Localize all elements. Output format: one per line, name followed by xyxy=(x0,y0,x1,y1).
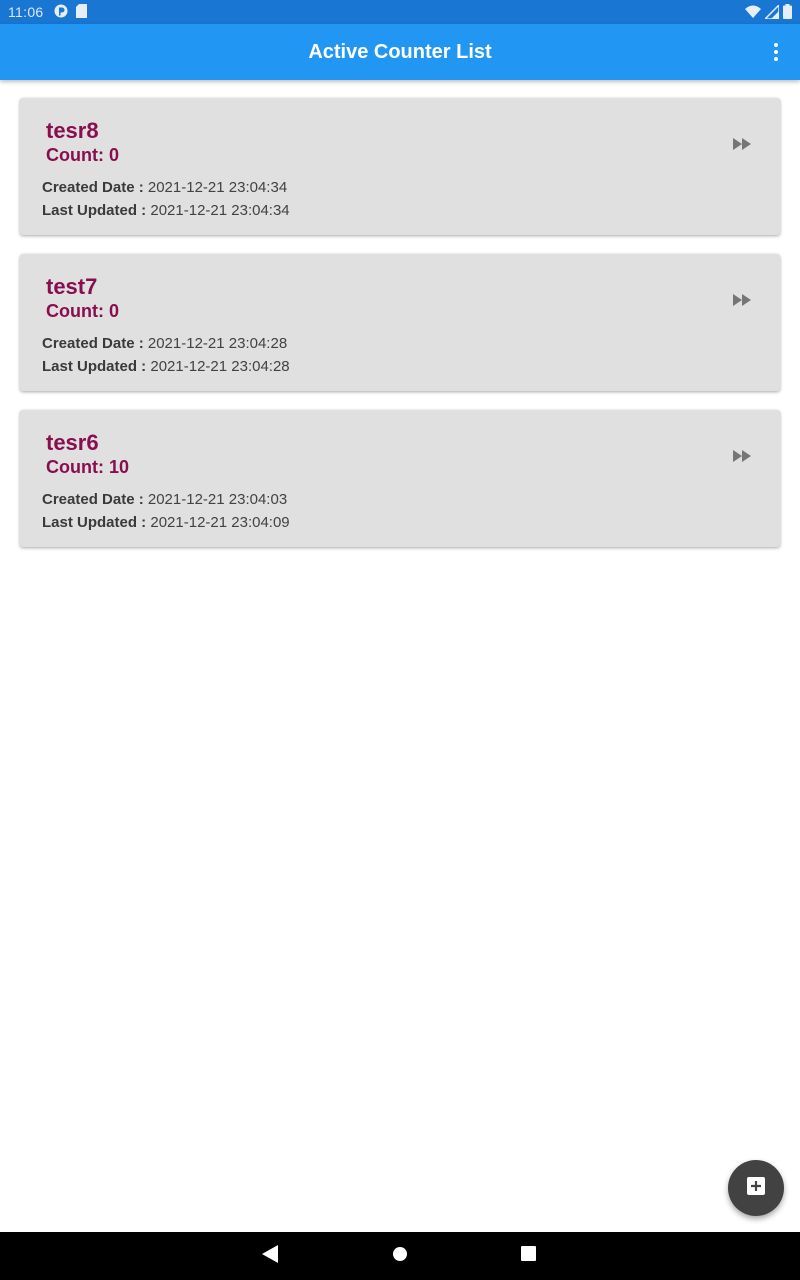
signal-icon xyxy=(763,2,780,22)
counter-count: Count: 0 xyxy=(46,145,119,165)
app-bar: Active Counter List xyxy=(0,24,800,80)
created-date-label: Created Date : xyxy=(42,179,144,196)
created-date-row: Created Date : 2021-12-21 23:04:34 xyxy=(42,179,287,196)
status-notification-icons xyxy=(54,4,87,21)
battery-icon xyxy=(783,4,792,22)
counter-card[interactable]: tesr6 Count: 10 Created Date : 2021-12-2… xyxy=(20,410,780,547)
last-updated-label: Last Updated : xyxy=(42,358,147,375)
recents-icon xyxy=(520,1246,536,1266)
podcast-icon xyxy=(54,4,68,21)
add-box-icon xyxy=(747,1176,765,1200)
created-date-value: 2021-12-21 23:04:28 xyxy=(147,335,288,352)
back-button[interactable] xyxy=(258,1244,282,1268)
created-date-label: Created Date : xyxy=(42,491,144,508)
created-date-value: 2021-12-21 23:04:03 xyxy=(147,491,288,508)
last-updated-label: Last Updated : xyxy=(42,202,147,219)
page-title: Active Counter List xyxy=(308,41,492,63)
system-navigation-bar xyxy=(0,1232,800,1280)
counter-name: test7 xyxy=(46,274,98,299)
counter-card[interactable]: test7 Count: 0 Created Date : 2021-12-21… xyxy=(20,254,780,391)
status-bar: 11:06 xyxy=(0,0,800,24)
status-time: 11:06 xyxy=(8,4,44,20)
last-updated-label: Last Updated : xyxy=(42,514,147,531)
counter-card[interactable]: tesr8 Count: 0 Created Date : 2021-12-21… xyxy=(20,98,780,235)
sd-card-icon xyxy=(76,4,87,21)
counter-list: tesr8 Count: 0 Created Date : 2021-12-21… xyxy=(20,98,780,566)
last-updated-value: 2021-12-21 23:04:34 xyxy=(150,202,290,219)
created-date-row: Created Date : 2021-12-21 23:04:03 xyxy=(42,491,287,508)
counter-name: tesr8 xyxy=(46,118,99,143)
counter-count: Count: 0 xyxy=(46,301,119,321)
last-updated-value: 2021-12-21 23:04:09 xyxy=(150,514,290,531)
fast-forward-icon xyxy=(733,449,751,467)
counter-name: tesr6 xyxy=(46,430,99,455)
created-date-row: Created Date : 2021-12-21 23:04:28 xyxy=(42,335,287,352)
add-counter-button[interactable] xyxy=(728,1160,784,1216)
created-date-value: 2021-12-21 23:04:34 xyxy=(147,179,288,196)
last-updated-value: 2021-12-21 23:04:28 xyxy=(150,358,290,375)
status-system-icons xyxy=(745,2,792,22)
created-date-label: Created Date : xyxy=(42,335,144,352)
counter-count: Count: 10 xyxy=(46,457,129,477)
wifi-icon xyxy=(745,5,761,22)
open-counter-button[interactable] xyxy=(730,134,754,158)
home-icon xyxy=(392,1246,408,1267)
fast-forward-icon xyxy=(733,293,751,311)
fast-forward-icon xyxy=(733,137,751,155)
overflow-menu-button[interactable] xyxy=(764,36,788,68)
last-updated-row: Last Updated : 2021-12-21 23:04:09 xyxy=(42,514,290,531)
back-icon xyxy=(262,1244,278,1268)
more-vert-icon xyxy=(774,43,778,61)
last-updated-row: Last Updated : 2021-12-21 23:04:34 xyxy=(42,202,290,219)
recents-button[interactable] xyxy=(516,1244,540,1268)
open-counter-button[interactable] xyxy=(730,290,754,314)
open-counter-button[interactable] xyxy=(730,446,754,470)
last-updated-row: Last Updated : 2021-12-21 23:04:28 xyxy=(42,358,290,375)
home-button[interactable] xyxy=(388,1244,412,1268)
